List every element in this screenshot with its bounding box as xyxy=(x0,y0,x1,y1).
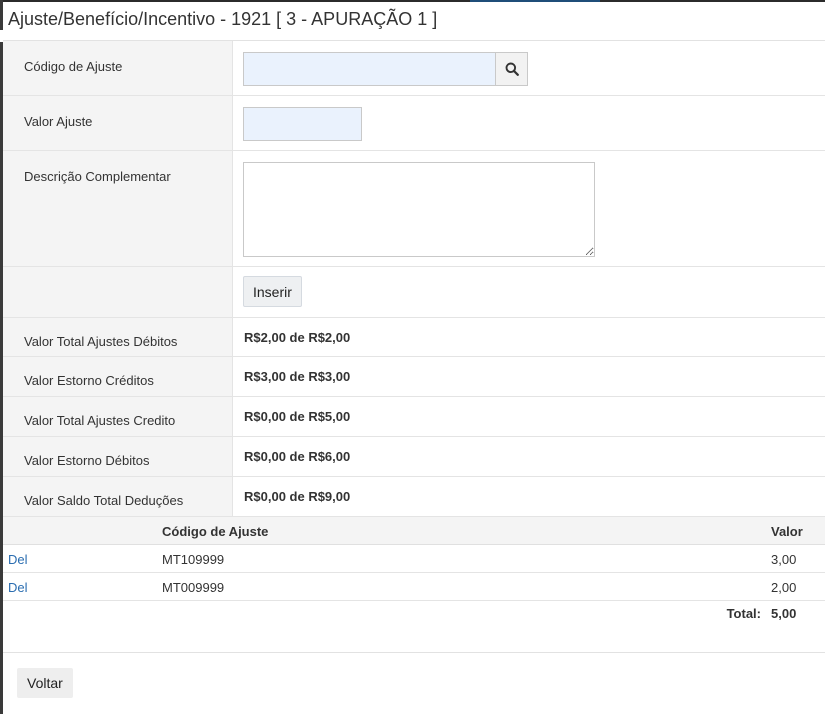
codigo-input-group xyxy=(243,52,528,86)
descricao-label: Descrição Complementar xyxy=(3,151,233,266)
codigo-row: Código de Ajuste xyxy=(3,41,825,96)
header-action xyxy=(3,517,162,544)
delete-link[interactable]: Del xyxy=(8,552,28,567)
row-codigo: MT009999 xyxy=(162,580,225,595)
summary-row: Valor Saldo Total Deduções R$0,00 de R$9… xyxy=(3,477,825,517)
summary-row: Valor Total Ajustes Débitos R$2,00 de R$… xyxy=(3,318,825,357)
voltar-button[interactable]: Voltar xyxy=(17,668,73,698)
codigo-label: Código de Ajuste xyxy=(3,41,233,95)
adjustment-form: Código de Ajuste Valor Ajuste Descrição … xyxy=(3,41,825,517)
modal-header: Ajuste/Benefício/Incentivo - 1921 [ 3 - … xyxy=(3,2,825,41)
adjustments-table: Código de Ajuste Valor Del MT109999 3,00… xyxy=(3,517,825,626)
descricao-row: Descrição Complementar xyxy=(3,151,825,267)
valor-ajuste-input[interactable] xyxy=(243,107,362,141)
row-valor: 3,00 xyxy=(771,552,797,567)
delete-link[interactable]: Del xyxy=(8,580,28,595)
adjustment-modal: Ajuste/Benefício/Incentivo - 1921 [ 3 - … xyxy=(3,2,825,714)
summary-row: Valor Estorno Débitos R$0,00 de R$6,00 xyxy=(3,437,825,477)
modal-footer: Voltar xyxy=(3,652,825,714)
modal-title: Ajuste/Benefício/Incentivo - 1921 [ 3 - … xyxy=(8,9,438,29)
summary-label: Valor Total Ajustes Credito xyxy=(3,397,233,436)
summary-value: R$0,00 de R$5,00 xyxy=(244,409,351,424)
codigo-ajuste-input[interactable] xyxy=(243,52,495,86)
summary-label: Valor Estorno Créditos xyxy=(3,357,233,396)
total-value: 5,00 xyxy=(771,606,797,621)
inserir-button[interactable]: Inserir xyxy=(243,276,302,307)
table-total-row: Total: 5,00 xyxy=(3,601,825,626)
summary-label: Valor Estorno Débitos xyxy=(3,437,233,476)
search-button[interactable] xyxy=(495,52,528,86)
summary-value: R$0,00 de R$9,00 xyxy=(244,489,351,504)
summary-value: R$3,00 de R$3,00 xyxy=(244,369,351,384)
summary-row: Valor Estorno Créditos R$3,00 de R$3,00 xyxy=(3,357,825,397)
row-valor: 2,00 xyxy=(771,580,797,595)
header-codigo: Código de Ajuste xyxy=(162,524,269,539)
valor-row: Valor Ajuste xyxy=(3,96,825,151)
table-header: Código de Ajuste Valor xyxy=(3,517,825,545)
total-label: Total: xyxy=(726,606,761,621)
summary-row: Valor Total Ajustes Credito R$0,00 de R$… xyxy=(3,397,825,437)
header-valor: Valor xyxy=(771,524,803,539)
summary-value: R$2,00 de R$2,00 xyxy=(244,330,351,345)
summary-label: Valor Saldo Total Deduções xyxy=(3,477,233,516)
summary-label: Valor Total Ajustes Débitos xyxy=(3,318,233,356)
table-row: Del MT109999 3,00 xyxy=(3,545,825,573)
valor-label: Valor Ajuste xyxy=(3,96,233,150)
summary-value: R$0,00 de R$6,00 xyxy=(244,449,351,464)
search-icon xyxy=(505,62,519,76)
row-codigo: MT109999 xyxy=(162,552,225,567)
descricao-textarea[interactable] xyxy=(243,162,595,257)
inserir-row: Inserir xyxy=(3,267,825,318)
table-row: Del MT009999 2,00 xyxy=(3,573,825,601)
